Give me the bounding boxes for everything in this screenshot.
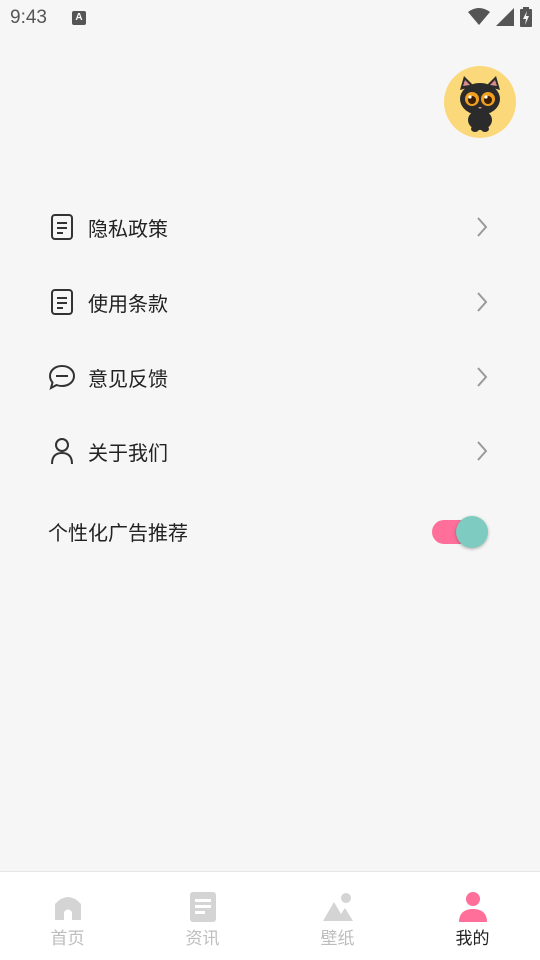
status-bar: 9:43 A bbox=[0, 0, 540, 36]
menu-label: 隐私政策 bbox=[88, 216, 168, 241]
personalized-ads-row: 个性化广告推荐 bbox=[48, 510, 492, 552]
person-icon bbox=[48, 437, 76, 465]
menu-label: 使用条款 bbox=[88, 291, 168, 316]
document-icon bbox=[48, 288, 76, 316]
nav-tab-wallpaper[interactable]: 壁纸 bbox=[270, 872, 405, 960]
wallpaper-icon bbox=[321, 890, 355, 924]
home-icon bbox=[51, 890, 85, 924]
signal-icon bbox=[496, 8, 514, 26]
menu-label: 关于我们 bbox=[88, 440, 168, 465]
bottom-nav: 首页 资讯 壁纸 我的 bbox=[0, 871, 540, 960]
status-time: 9:43 bbox=[10, 7, 47, 28]
nav-tab-profile[interactable]: 我的 bbox=[405, 872, 540, 960]
nav-label: 资讯 bbox=[185, 929, 220, 949]
news-icon bbox=[186, 890, 220, 924]
personalized-ads-toggle[interactable] bbox=[430, 516, 488, 548]
notification-icon: A bbox=[72, 11, 86, 25]
status-icons bbox=[468, 7, 532, 27]
menu-item-feedback[interactable]: 意见反馈 bbox=[48, 357, 492, 397]
document-icon bbox=[48, 213, 76, 241]
menu-item-privacy-policy[interactable]: 隐私政策 bbox=[48, 207, 492, 247]
avatar[interactable] bbox=[444, 66, 516, 138]
chevron-right-icon bbox=[477, 292, 488, 312]
cat-avatar-icon bbox=[460, 76, 500, 132]
menu-label: 意见反馈 bbox=[88, 366, 168, 391]
battery-icon bbox=[520, 7, 532, 27]
wifi-icon bbox=[468, 8, 490, 25]
nav-tab-home[interactable]: 首页 bbox=[0, 872, 135, 960]
chevron-right-icon bbox=[477, 217, 488, 237]
chat-bubble-icon bbox=[48, 363, 76, 391]
menu-item-about-us[interactable]: 关于我们 bbox=[48, 431, 492, 471]
nav-tab-news[interactable]: 资讯 bbox=[135, 872, 270, 960]
toggle-knob bbox=[456, 516, 488, 548]
chevron-right-icon bbox=[477, 367, 488, 387]
profile-icon bbox=[456, 890, 490, 924]
menu-item-terms-of-use[interactable]: 使用条款 bbox=[48, 282, 492, 322]
chevron-right-icon bbox=[477, 441, 488, 461]
nav-label: 壁纸 bbox=[320, 929, 355, 949]
personalized-ads-label: 个性化广告推荐 bbox=[48, 520, 188, 545]
nav-label: 首页 bbox=[50, 929, 85, 949]
nav-label: 我的 bbox=[455, 929, 490, 949]
